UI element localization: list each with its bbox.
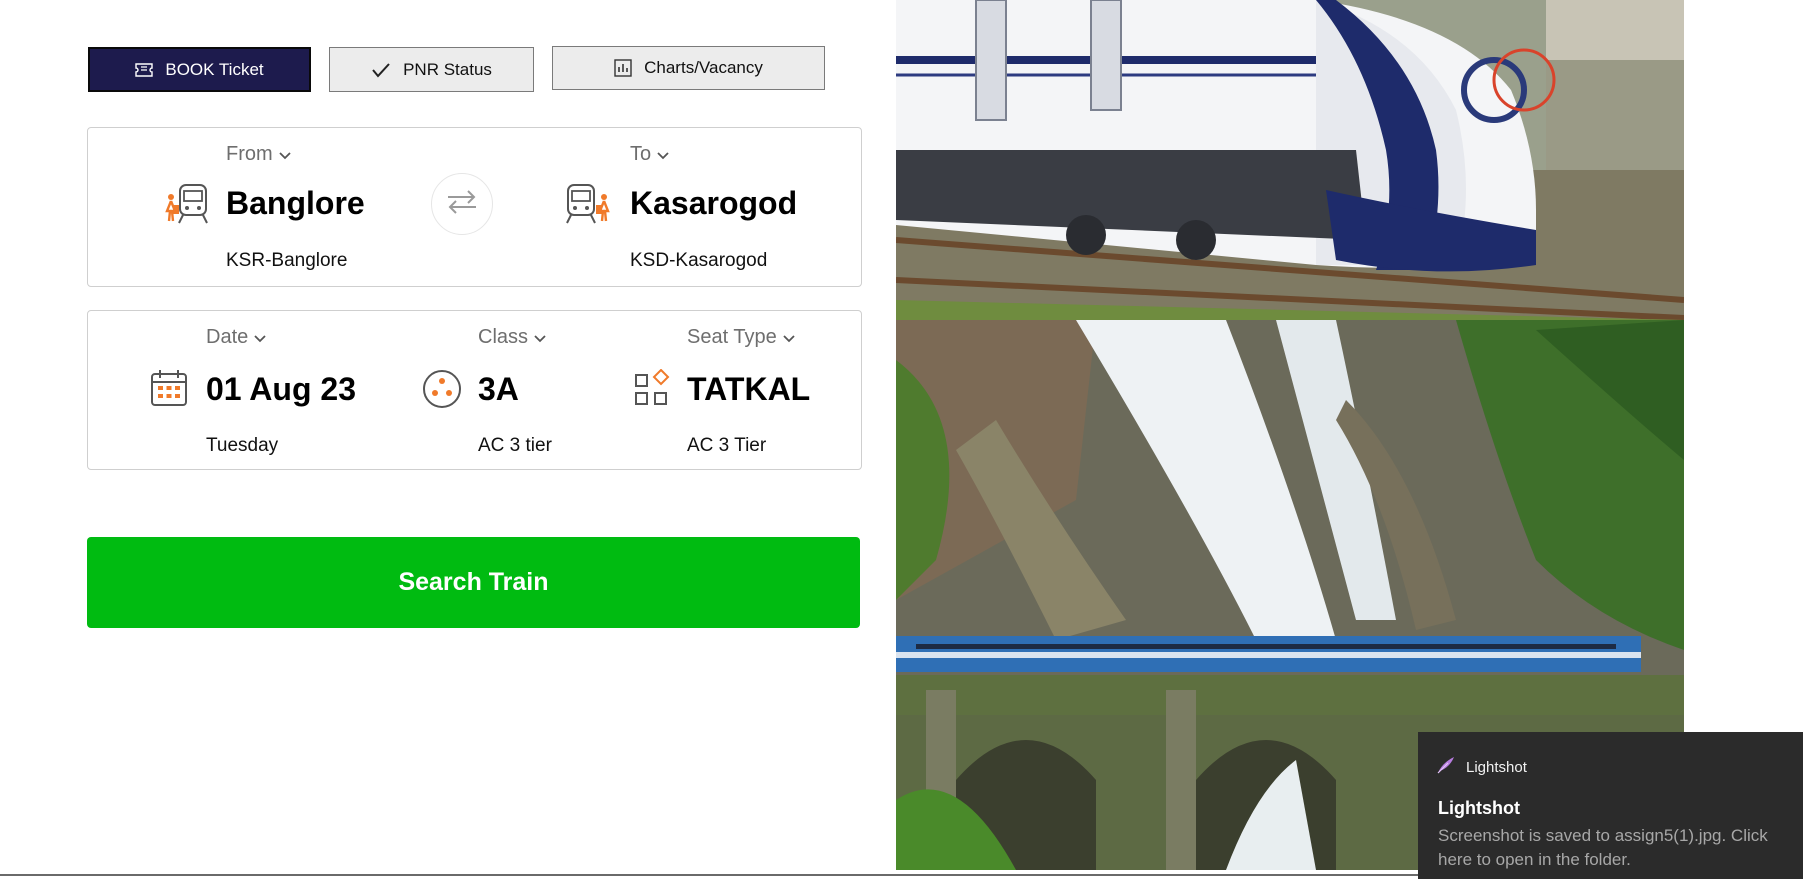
charts-vacancy-tab[interactable]: Charts/Vacancy — [552, 46, 825, 90]
from-dropdown[interactable]: From — [226, 143, 291, 166]
train-passenger-icon — [566, 183, 614, 230]
book-ticket-tab[interactable]: BOOK Ticket — [88, 47, 311, 92]
pnr-status-tab[interactable]: PNR Status — [329, 47, 534, 92]
seat-class-icon — [422, 369, 462, 414]
chevron-down-icon — [534, 326, 546, 349]
travel-class[interactable]: 3A — [478, 371, 519, 408]
from-station-name[interactable]: Banglore — [226, 185, 365, 222]
to-label: To — [630, 143, 652, 165]
chevron-down-icon — [279, 143, 291, 166]
search-train-button[interactable]: Search Train — [87, 537, 860, 628]
grid-diamond-icon — [634, 368, 670, 412]
checkmark-icon — [371, 62, 391, 78]
from-station-code: KSR-Banglore — [226, 250, 348, 271]
to-dropdown[interactable]: To — [630, 143, 669, 166]
seat-type-description: AC 3 Tier — [687, 435, 767, 456]
charts-vacancy-label: Charts/Vacancy — [644, 58, 763, 77]
route-card: From Banglore KSR-Banglore To Kasarogod … — [87, 127, 862, 287]
notification-title: Lightshot — [1438, 798, 1520, 818]
from-label: From — [226, 143, 273, 165]
swap-arrows-icon — [446, 189, 478, 220]
seat-type[interactable]: TATKAL — [687, 371, 810, 408]
to-station-name[interactable]: Kasarogod — [630, 185, 797, 222]
date-dropdown[interactable]: Date — [206, 326, 266, 349]
swap-stations-button[interactable] — [431, 173, 493, 235]
notification-app-header: Lightshot — [1436, 755, 1527, 779]
notification-app-name: Lightshot — [1466, 758, 1527, 776]
chevron-down-icon — [254, 326, 266, 349]
bar-chart-icon — [614, 59, 632, 77]
seat-type-label: Seat Type — [687, 326, 777, 348]
journey-card: Date 01 Aug 23 Tuesday Class 3A AC 3 tie… — [87, 310, 862, 470]
journey-day: Tuesday — [206, 435, 279, 456]
date-label: Date — [206, 326, 249, 348]
chevron-down-icon — [783, 326, 795, 349]
seat-type-dropdown[interactable]: Seat Type — [687, 326, 795, 349]
lightshot-notification[interactable]: Lightshot Lightshot Screenshot is saved … — [1418, 732, 1803, 879]
to-station-code: KSD-Kasarogod — [630, 250, 768, 271]
travel-class-description: AC 3 tier — [478, 435, 552, 456]
calendar-icon — [150, 369, 188, 412]
pnr-status-label: PNR Status — [403, 59, 492, 79]
train-passenger-icon — [163, 183, 211, 230]
lightshot-feather-icon — [1436, 755, 1456, 779]
notification-message: Screenshot is saved to assign5(1).jpg. C… — [1438, 826, 1768, 869]
journey-date[interactable]: 01 Aug 23 — [206, 371, 356, 408]
class-dropdown[interactable]: Class — [478, 326, 546, 349]
ticket-icon — [135, 62, 154, 77]
class-label: Class — [478, 326, 529, 348]
book-ticket-label: BOOK Ticket — [165, 59, 264, 79]
chevron-down-icon — [657, 143, 669, 166]
